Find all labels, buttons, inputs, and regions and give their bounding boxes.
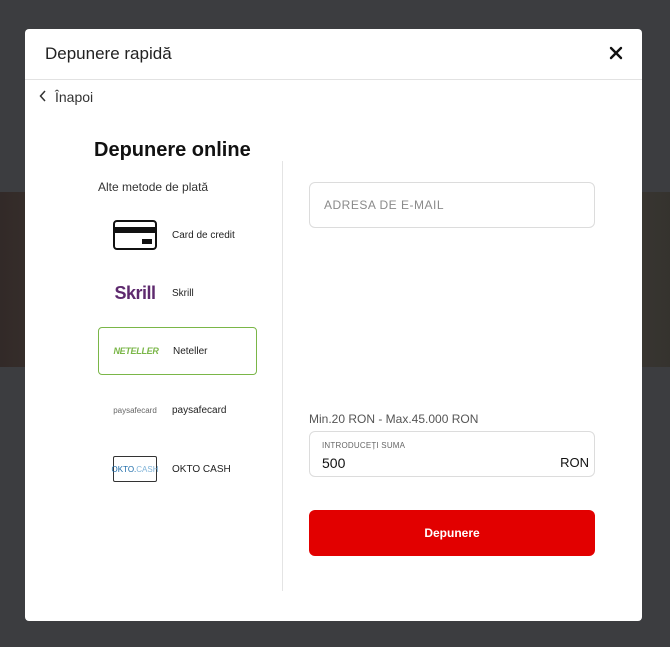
okto-logo-text-a: OKTO. [111, 464, 137, 474]
currency-label: RON [560, 455, 589, 470]
skrill-logo-text: Skrill [114, 282, 156, 303]
chevron-left-icon [39, 89, 47, 105]
skrill-logo: Skrill [98, 283, 172, 304]
neteller-logo: NETELLER [99, 346, 173, 356]
section-title: Depunere online [94, 139, 251, 161]
quick-deposit-modal: Depunere rapidă Înapoi Depunere online A… [25, 29, 642, 621]
neteller-logo-text: NETELLER [113, 346, 159, 356]
okto-cash-logo: OKTO. CASH [98, 456, 172, 482]
amount-field[interactable]: INTRODUCEȚI SUMA 500 RON [309, 431, 595, 477]
credit-card-icon [98, 220, 172, 250]
amount-input[interactable]: 500 [322, 455, 345, 471]
column-divider [282, 161, 283, 591]
amount-label: INTRODUCEȚI SUMA [322, 441, 406, 450]
method-paysafecard[interactable]: paysafecard paysafecard [98, 386, 257, 434]
method-label: Skrill [172, 287, 194, 299]
back-link[interactable]: Înapoi [39, 89, 93, 105]
method-label: paysafecard [172, 404, 227, 416]
modal-header: Depunere rapidă [25, 29, 642, 80]
deposit-button[interactable]: Depunere [309, 510, 595, 556]
deposit-limits: Min.20 RON - Max.45.000 RON [309, 412, 479, 426]
paysafecard-logo: paysafecard [98, 406, 172, 415]
okto-logo-text-b: CASH [136, 464, 159, 474]
method-label: OKTO CASH [172, 463, 231, 475]
methods-label: Alte metode de plată [98, 180, 209, 194]
email-input[interactable] [322, 197, 582, 213]
method-skrill[interactable]: Skrill Skrill [98, 269, 257, 317]
close-icon[interactable] [606, 43, 626, 63]
paysafecard-logo-text: paysafecard [113, 405, 157, 415]
method-neteller[interactable]: NETELLER Neteller [98, 327, 257, 375]
method-okto-cash[interactable]: OKTO. CASH OKTO CASH [98, 445, 257, 493]
method-credit-card[interactable]: Card de credit [98, 211, 257, 259]
email-field[interactable] [309, 182, 595, 228]
modal-title: Depunere rapidă [45, 44, 172, 63]
back-label: Înapoi [55, 89, 94, 105]
method-label: Neteller [173, 345, 208, 357]
method-label: Card de credit [172, 229, 235, 241]
